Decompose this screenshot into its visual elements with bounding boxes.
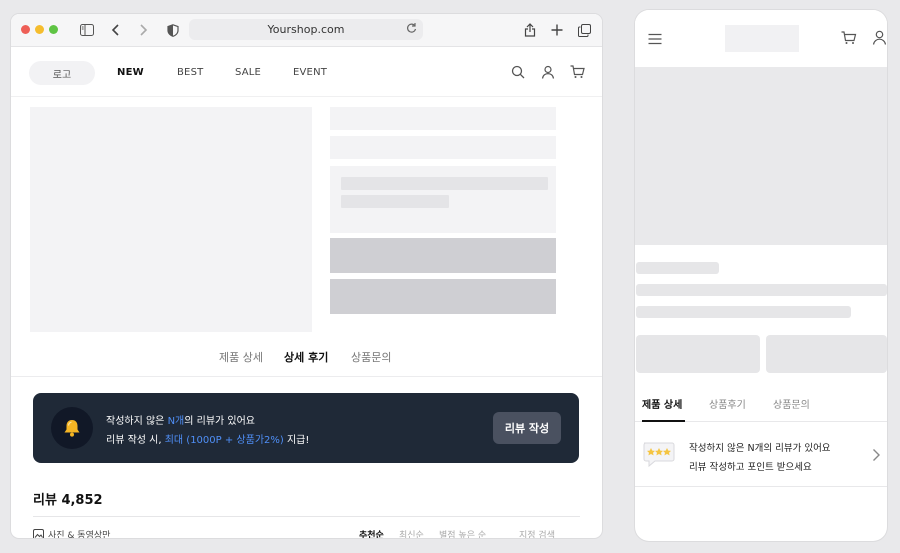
nav-sale[interactable]: SALE <box>235 67 261 78</box>
close-window-button[interactable] <box>21 25 30 34</box>
mobile-product-tabs: 제품 상세 상품후기 상품문의 <box>635 392 887 422</box>
mobile-button-placeholder[interactable] <box>766 335 887 373</box>
user-icon[interactable] <box>541 64 557 80</box>
banner-line-2: 리뷰 작성 시, 최대 (1000P + 상품가2%) 지급! <box>106 435 310 446</box>
option-line-placeholder <box>341 195 449 208</box>
user-icon[interactable] <box>872 30 887 46</box>
reload-icon[interactable] <box>406 22 417 37</box>
buy-button-placeholder[interactable] <box>330 238 556 273</box>
sort-recommended[interactable]: 추천순 <box>359 528 384 538</box>
new-tab-icon[interactable] <box>549 22 565 38</box>
review-prompt-line-1: 작성하지 않은 N개의 리뷰가 있어요 <box>689 443 831 454</box>
nav-best[interactable]: BEST <box>177 67 203 78</box>
review-prompt-line-2: 리뷰 작성하고 포인트 받으세요 <box>689 462 812 473</box>
browser-window: Yourshop.com 로고 NEW BEST SALE EVENT 제품 상… <box>11 14 602 538</box>
mobile-product-image-placeholder <box>635 67 887 245</box>
review-count-title: 리뷰 4,852 <box>33 493 103 508</box>
nav-new[interactable]: NEW <box>117 67 144 78</box>
sort-latest[interactable]: 최신순 <box>399 528 424 538</box>
mobile-window: 제품 상세 상품후기 상품문의 작성하지 않은 N개의 리뷰가 있어요 리뷰 작… <box>635 10 887 541</box>
write-review-button[interactable]: 리뷰 작성 <box>493 412 561 444</box>
cart-icon[interactable] <box>570 64 586 80</box>
bell-icon <box>51 407 93 449</box>
photo-icon <box>33 529 44 538</box>
photo-filter-label: 사진 & 동영상만 <box>48 531 111 538</box>
chevron-right-icon[interactable] <box>871 447 883 461</box>
tabs-overview-icon[interactable] <box>576 22 592 38</box>
mobile-tab-qna[interactable]: 상품문의 <box>773 396 810 411</box>
mobile-review-prompt[interactable]: 작성하지 않은 N개의 리뷰가 있어요 리뷰 작성하고 포인트 받으세요 <box>635 423 887 487</box>
url-text: Yourshop.com <box>267 23 345 36</box>
review-reward-banner: 작성하지 않은 N개의 리뷰가 있어요 리뷰 작성 시, 최대 (1000P +… <box>33 393 579 463</box>
review-stars-icon <box>641 438 677 470</box>
forward-icon[interactable] <box>135 22 151 38</box>
photo-filter-toggle[interactable]: 사진 & 동영상만 <box>33 528 110 538</box>
cart-icon[interactable] <box>841 30 857 46</box>
cart-button-placeholder[interactable] <box>330 279 556 314</box>
address-bar[interactable]: Yourshop.com <box>189 19 423 40</box>
shield-icon[interactable] <box>165 22 181 38</box>
browser-titlebar: Yourshop.com <box>11 14 602 47</box>
minimize-window-button[interactable] <box>35 25 44 34</box>
product-title-placeholder <box>330 107 556 130</box>
product-tabs: 제품 상세 상세 후기 상품문의 <box>11 341 602 377</box>
mobile-title-placeholder <box>636 262 719 274</box>
mobile-button-placeholder[interactable] <box>636 335 760 373</box>
option-line-placeholder <box>341 177 548 190</box>
maximize-window-button[interactable] <box>49 25 58 34</box>
shop-navbar: 로고 NEW BEST SALE EVENT <box>11 47 602 97</box>
banner-line-1: 작성하지 않은 N개의 리뷰가 있어요 <box>106 416 256 427</box>
sort-rating-high[interactable]: 별점 높은 순 <box>439 528 486 538</box>
divider <box>33 516 580 517</box>
tab-product-detail[interactable]: 제품 상세 <box>219 349 263 365</box>
mobile-header <box>635 10 887 67</box>
product-price-placeholder <box>330 136 556 159</box>
review-filter-row: 사진 & 동영상만 추천순 최신순 별점 높은 순 지정 검색 <box>33 528 580 538</box>
search-icon[interactable] <box>511 64 527 80</box>
nav-event[interactable]: EVENT <box>293 67 327 78</box>
sidebar-icon[interactable] <box>79 22 95 38</box>
tab-product-qna[interactable]: 상품문의 <box>351 349 391 365</box>
mobile-tab-product-detail[interactable]: 제품 상세 <box>642 396 682 411</box>
tab-detailed-reviews[interactable]: 상세 후기 <box>284 349 328 365</box>
mobile-text-placeholder <box>636 284 887 296</box>
active-tab-indicator <box>642 420 685 422</box>
share-icon[interactable] <box>522 22 538 38</box>
mobile-logo-placeholder[interactable] <box>725 25 799 52</box>
shop-logo[interactable]: 로고 <box>29 61 95 85</box>
mobile-tab-reviews[interactable]: 상품후기 <box>709 396 746 411</box>
mobile-text-placeholder <box>636 306 851 318</box>
back-icon[interactable] <box>108 22 124 38</box>
review-search[interactable]: 지정 검색 <box>519 528 555 538</box>
menu-icon[interactable] <box>648 30 664 46</box>
product-image-placeholder <box>30 107 312 332</box>
